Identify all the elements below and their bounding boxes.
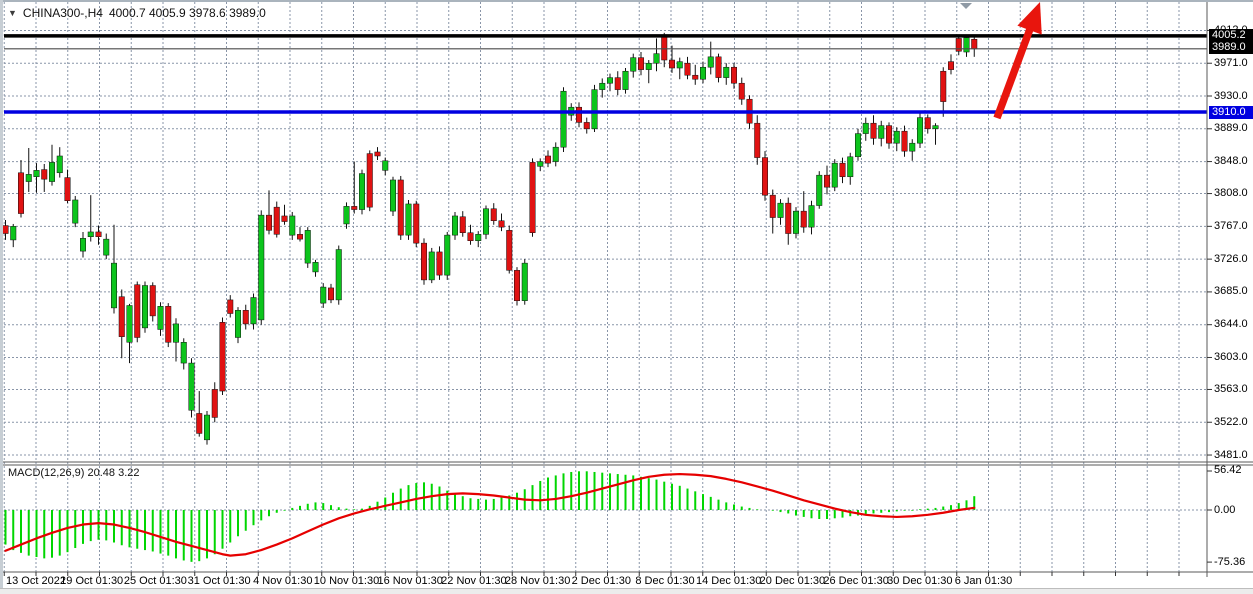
price-tag-3910.0: 3910.0: [1209, 106, 1253, 119]
macd-signal-value: 3.22: [118, 467, 139, 479]
macd-axis-label: -75.36: [1214, 556, 1245, 569]
time-axis-label: 8 Dec 01:30: [635, 575, 694, 587]
window-frame-top: [0, 0, 1253, 2]
chart-title-bar: ▼ CHINA300-,H4 4000.7 4005.9 3978.6 3989…: [8, 6, 266, 20]
time-axis-label: 13 Oct 2022: [6, 575, 66, 587]
candlestick-series: [3, 33, 977, 445]
window-bottom-strip: [0, 588, 1253, 594]
time-axis-label: 30 Dec 01:30: [887, 575, 952, 587]
price-axis-label: 3563.0: [1214, 383, 1248, 396]
price-axis-label: 3685.0: [1214, 285, 1248, 298]
chart-area[interactable]: [0, 0, 1253, 594]
price-axis-label: 3726.0: [1214, 253, 1248, 266]
symbol-period-title: CHINA300-,H4: [23, 6, 103, 20]
time-axis-label: 4 Nov 01:30: [253, 575, 312, 587]
time-axis-label: 31 Oct 01:30: [188, 575, 251, 587]
macd-axis-label: 56.42: [1214, 464, 1242, 477]
price-axis-label: 3930.0: [1214, 90, 1248, 103]
price-tag-3989.0: 3989.0: [1209, 41, 1253, 54]
price-axis-label: 3522.0: [1214, 416, 1248, 429]
macd-signal-line: [6, 474, 975, 556]
price-axis-label: 3644.0: [1214, 318, 1248, 331]
price-axis-label: 3808.0: [1214, 187, 1248, 200]
one-click-trading-icon[interactable]: ▼: [8, 9, 17, 18]
macd-axis-label: 0.00: [1214, 504, 1235, 517]
mt4-chart-window: ▼ CHINA300-,H4 4000.7 4005.9 3978.6 3989…: [0, 0, 1253, 594]
price-axis-label: 3971.0: [1214, 57, 1248, 70]
time-axis-label: 25 Oct 01:30: [124, 575, 187, 587]
price-axis-label: 3481.0: [1214, 449, 1248, 462]
price-axis-label: 3767.0: [1214, 220, 1248, 233]
grid-lines: [4, 2, 1207, 572]
price-axis-label: 3848.0: [1214, 155, 1248, 168]
time-axis-label: 20 Dec 01:30: [760, 575, 825, 587]
time-axis-label: 14 Dec 01:30: [696, 575, 761, 587]
symbol-marker-icon: [960, 3, 972, 9]
time-axis-label: 22 Nov 01:30: [441, 575, 506, 587]
time-axis-label: 19 Oct 01:30: [60, 575, 123, 587]
ohlc-values: 4000.7 4005.9 3978.6 3989.0: [109, 6, 266, 20]
time-axis-label: 10 Nov 01:30: [314, 575, 379, 587]
trend-arrow-icon[interactable]: [997, 2, 1042, 118]
macd-histogram: [6, 471, 975, 562]
time-axis-label: 6 Jan 01:30: [955, 575, 1013, 587]
time-axis-label: 16 Nov 01:30: [377, 575, 442, 587]
macd-name: MACD(12,26,9): [8, 467, 84, 479]
time-axis-label: 26 Dec 01:30: [823, 575, 888, 587]
time-axis-label: 28 Nov 01:30: [505, 575, 570, 587]
price-axis-label: 3603.0: [1214, 351, 1248, 364]
price-axis-label: 3889.0: [1214, 122, 1248, 135]
macd-indicator-label: MACD(12,26,9) 20.48 3.22: [8, 467, 140, 479]
macd-main-value: 20.48: [87, 467, 115, 479]
time-axis-label: 2 Dec 01:30: [572, 575, 631, 587]
window-frame-left: [0, 0, 3, 588]
